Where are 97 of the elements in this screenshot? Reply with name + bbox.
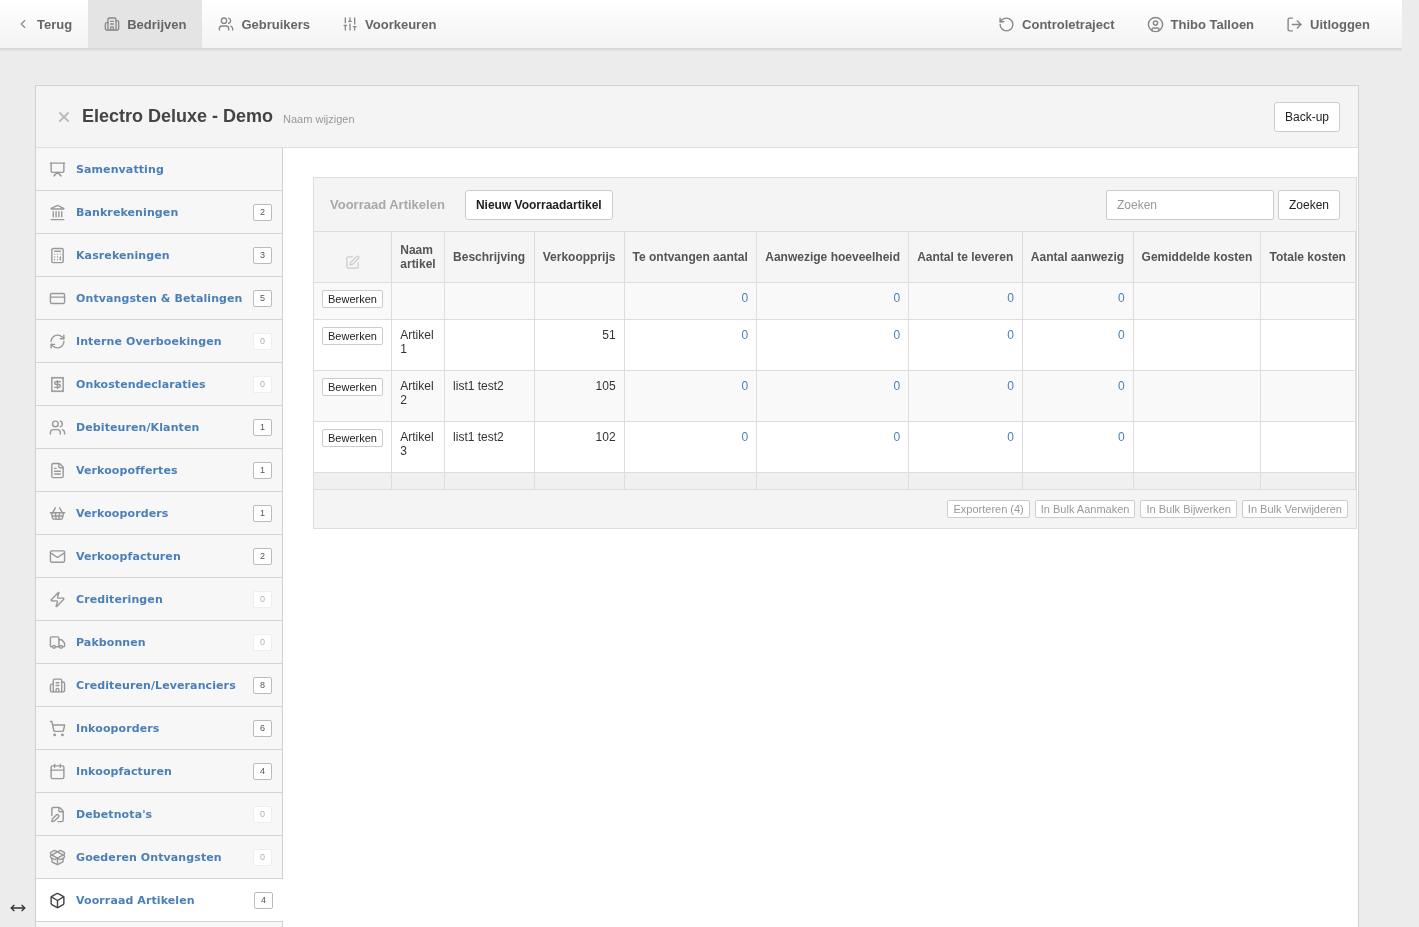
receipt-icon bbox=[49, 375, 66, 393]
nav-tab[interactable]: Terug bbox=[0, 0, 89, 48]
people-icon bbox=[49, 418, 66, 436]
table-cell: Artikel 1 bbox=[400, 328, 434, 356]
buildings-icon bbox=[49, 676, 66, 694]
calendar-icon bbox=[49, 762, 66, 780]
column-header: Verkoopprijs bbox=[534, 231, 625, 283]
count-badge: 6 bbox=[253, 719, 272, 737]
column-header: Gemiddelde kosten bbox=[1133, 231, 1261, 283]
count-badge: 0 bbox=[253, 805, 272, 823]
basket-icon bbox=[49, 504, 66, 522]
document-icon bbox=[49, 461, 66, 479]
quantity-link[interactable]: 0 bbox=[1007, 291, 1014, 305]
nav-tab[interactable]: Bedrijven bbox=[88, 0, 203, 48]
count-badge: 2 bbox=[253, 203, 272, 221]
rename-link[interactable]: Naam wijzigen bbox=[283, 112, 355, 125]
edit-button[interactable]: Bewerken bbox=[322, 429, 383, 447]
quantity-link[interactable]: 0 bbox=[741, 430, 749, 444]
search-button[interactable]: Zoeken bbox=[1277, 189, 1340, 220]
quantity-link[interactable]: 0 bbox=[1007, 430, 1014, 444]
buildings-icon bbox=[104, 16, 121, 32]
count-badge: 3 bbox=[253, 246, 272, 264]
bulk-action-button[interactable]: In Bulk Aanmaken bbox=[1034, 500, 1136, 518]
bulk-action-button[interactable]: Exporteren (4) bbox=[947, 500, 1030, 518]
quantity-link[interactable]: 0 bbox=[1117, 379, 1125, 393]
column-header: Aantal aanwezig bbox=[1022, 231, 1134, 283]
column-header: Te ontvangen aantal bbox=[624, 231, 757, 283]
edit-button[interactable]: Bewerken bbox=[322, 378, 383, 396]
sidebar-item[interactable]: Voorraad Artikelen 4 bbox=[36, 879, 283, 922]
edit-button[interactable]: Bewerken bbox=[322, 290, 383, 308]
presentation-board-icon bbox=[49, 160, 66, 178]
quantity-link[interactable]: 0 bbox=[1117, 430, 1125, 444]
undo-icon bbox=[998, 15, 1016, 33]
search-field[interactable]: Zoeken bbox=[1105, 189, 1274, 220]
nav-tab[interactable]: Gebruikers bbox=[202, 0, 327, 48]
count-badge: 8 bbox=[253, 676, 272, 694]
new-item-button[interactable]: Nieuw Voorraadartikel bbox=[464, 189, 613, 220]
nav-link[interactable]: Controletraject bbox=[982, 0, 1131, 48]
count-badge: 0 bbox=[253, 590, 272, 608]
bulk-action-button[interactable]: In Bulk Bijwerken bbox=[1140, 500, 1237, 518]
document-edit-icon bbox=[49, 805, 66, 823]
quantity-link[interactable]: 0 bbox=[741, 291, 749, 305]
count-badge: 0 bbox=[253, 332, 272, 350]
quantity-link[interactable]: 0 bbox=[893, 379, 901, 393]
count-badge: 4 bbox=[253, 762, 272, 780]
nav-link[interactable]: Uitloggen bbox=[1270, 0, 1386, 48]
edit-button[interactable]: Bewerken bbox=[322, 327, 383, 345]
count-badge: 1 bbox=[253, 418, 272, 436]
package-icon bbox=[49, 848, 66, 866]
bank-icon bbox=[49, 203, 66, 221]
column-header: Naam artikel bbox=[391, 231, 445, 283]
quantity-link[interactable]: 0 bbox=[1117, 291, 1125, 305]
table-cell: Artikel 2 bbox=[400, 379, 434, 407]
box-icon bbox=[49, 891, 66, 909]
table-cell: list1 test2 bbox=[453, 379, 504, 393]
company-title: Electro Deluxe - Demo bbox=[82, 106, 274, 127]
truck-icon bbox=[49, 633, 66, 651]
sliders-icon bbox=[342, 16, 359, 32]
quantity-link[interactable]: 0 bbox=[1007, 379, 1014, 393]
logout-icon bbox=[1286, 15, 1304, 33]
column-header: Totale kosten bbox=[1261, 231, 1356, 283]
count-badge: 0 bbox=[253, 633, 272, 651]
column-header: Beschrijving bbox=[444, 231, 535, 283]
people-icon bbox=[218, 16, 235, 32]
panel-title: Voorraad Artikelen bbox=[330, 197, 445, 212]
backup-button[interactable]: Back-up bbox=[1273, 101, 1340, 132]
column-header: Aanwezige hoeveelheid bbox=[756, 231, 909, 283]
lightning-icon bbox=[49, 590, 66, 608]
refresh-icon bbox=[49, 332, 66, 350]
nav-tab[interactable]: Voorkeuren bbox=[326, 0, 453, 48]
user-icon bbox=[1146, 15, 1164, 33]
column-header: Aantal te leveren bbox=[908, 231, 1023, 283]
table-cell: Artikel 3 bbox=[400, 430, 434, 458]
count-badge: 0 bbox=[253, 375, 272, 393]
quantity-link[interactable]: 0 bbox=[741, 328, 749, 342]
quantity-link[interactable]: 0 bbox=[1117, 328, 1125, 342]
table-cell: 51 bbox=[602, 328, 616, 342]
quantity-link[interactable]: 0 bbox=[741, 379, 749, 393]
count-badge: 4 bbox=[254, 891, 273, 909]
count-badge: 1 bbox=[253, 504, 272, 522]
table-cell: list1 test2 bbox=[453, 430, 504, 444]
quantity-link[interactable]: 0 bbox=[893, 291, 901, 305]
cart-icon bbox=[49, 719, 66, 737]
count-badge: 0 bbox=[253, 848, 272, 866]
quantity-link[interactable]: 0 bbox=[893, 328, 901, 342]
table-cell: 102 bbox=[595, 430, 616, 444]
envelope-icon bbox=[49, 547, 66, 565]
quantity-link[interactable]: 0 bbox=[893, 430, 901, 444]
quantity-link[interactable]: 0 bbox=[1007, 328, 1014, 342]
table-cell: 105 bbox=[595, 379, 616, 393]
calculator-icon bbox=[49, 246, 66, 264]
count-badge: 1 bbox=[253, 461, 272, 479]
count-badge: 5 bbox=[253, 289, 272, 307]
nav-link[interactable]: Thibo Talloen bbox=[1130, 0, 1271, 48]
count-badge: 2 bbox=[253, 547, 272, 565]
bulk-action-button[interactable]: In Bulk Verwijderen bbox=[1241, 500, 1348, 518]
edit-icon bbox=[345, 254, 361, 270]
